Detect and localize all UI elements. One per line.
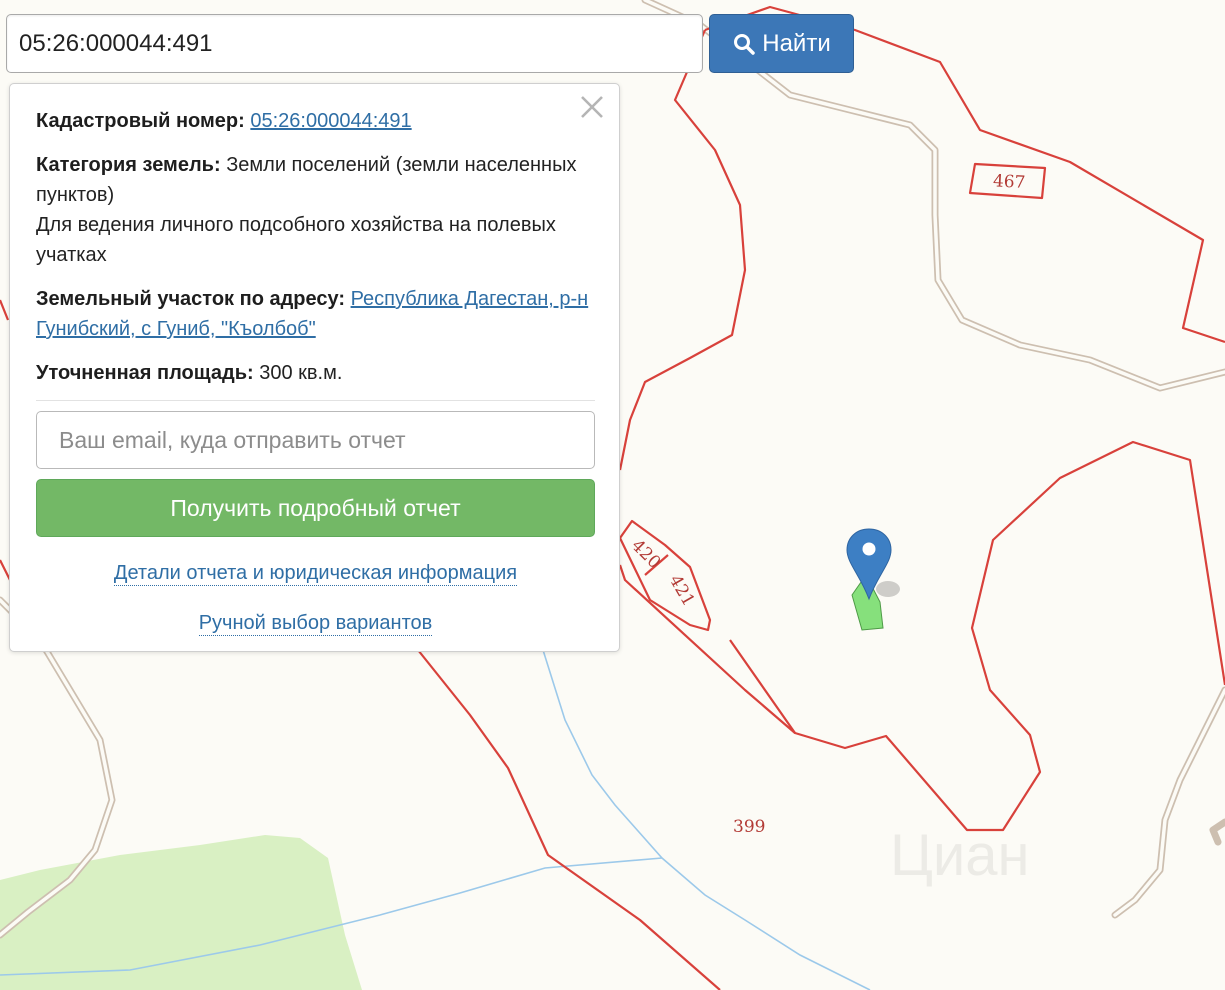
search-button-label: Найти [762,29,831,57]
manual-selection-link[interactable]: Ручной выбор вариантов [198,612,433,636]
manual-selection-link-wrap: Ручной выбор вариантов [10,612,621,636]
parcel-label-467: 467 [992,171,1025,193]
address-label: Земельный участок по адресу: [36,288,346,310]
cadastral-label: Кадастровый номер: [36,110,245,132]
parcel-info-popup: Кадастровый номер: 05:26:000044:491 Кате… [9,83,620,652]
forest-area [0,835,362,990]
search-input[interactable] [6,14,703,73]
cadastral-number-link[interactable]: 05:26:000044:491 [250,110,411,132]
cadastral-row: Кадастровый номер: 05:26:000044:491 [36,106,601,136]
area-label: Уточненная площадь: [36,362,254,384]
area-value: 300 кв.м. [259,362,343,384]
divider [36,400,595,401]
category-label: Категория земель: [36,154,221,176]
email-field[interactable] [36,411,595,469]
area-row: Уточненная площадь: 300 кв.м. [36,358,601,388]
search-button[interactable]: Найти [709,14,854,73]
parcel-details: Кадастровый номер: 05:26:000044:491 Кате… [36,106,601,402]
report-details-link-wrap: Детали отчета и юридическая информация [10,562,621,586]
watermark-logo: Циан [890,823,1030,888]
address-row: Земельный участок по адресу: Республика … [36,284,601,344]
get-report-button[interactable]: Получить подробный отчет [36,479,595,537]
category-row: Категория земель: Земли поселений (земли… [36,150,601,270]
map-pin-icon[interactable] [842,527,902,611]
parcel-label-399: 399 [733,817,765,837]
report-details-link[interactable]: Детали отчета и юридическая информация [113,562,518,586]
usage-value: Для ведения личного подсобного хозяйства… [36,214,556,266]
search-icon [734,33,755,55]
